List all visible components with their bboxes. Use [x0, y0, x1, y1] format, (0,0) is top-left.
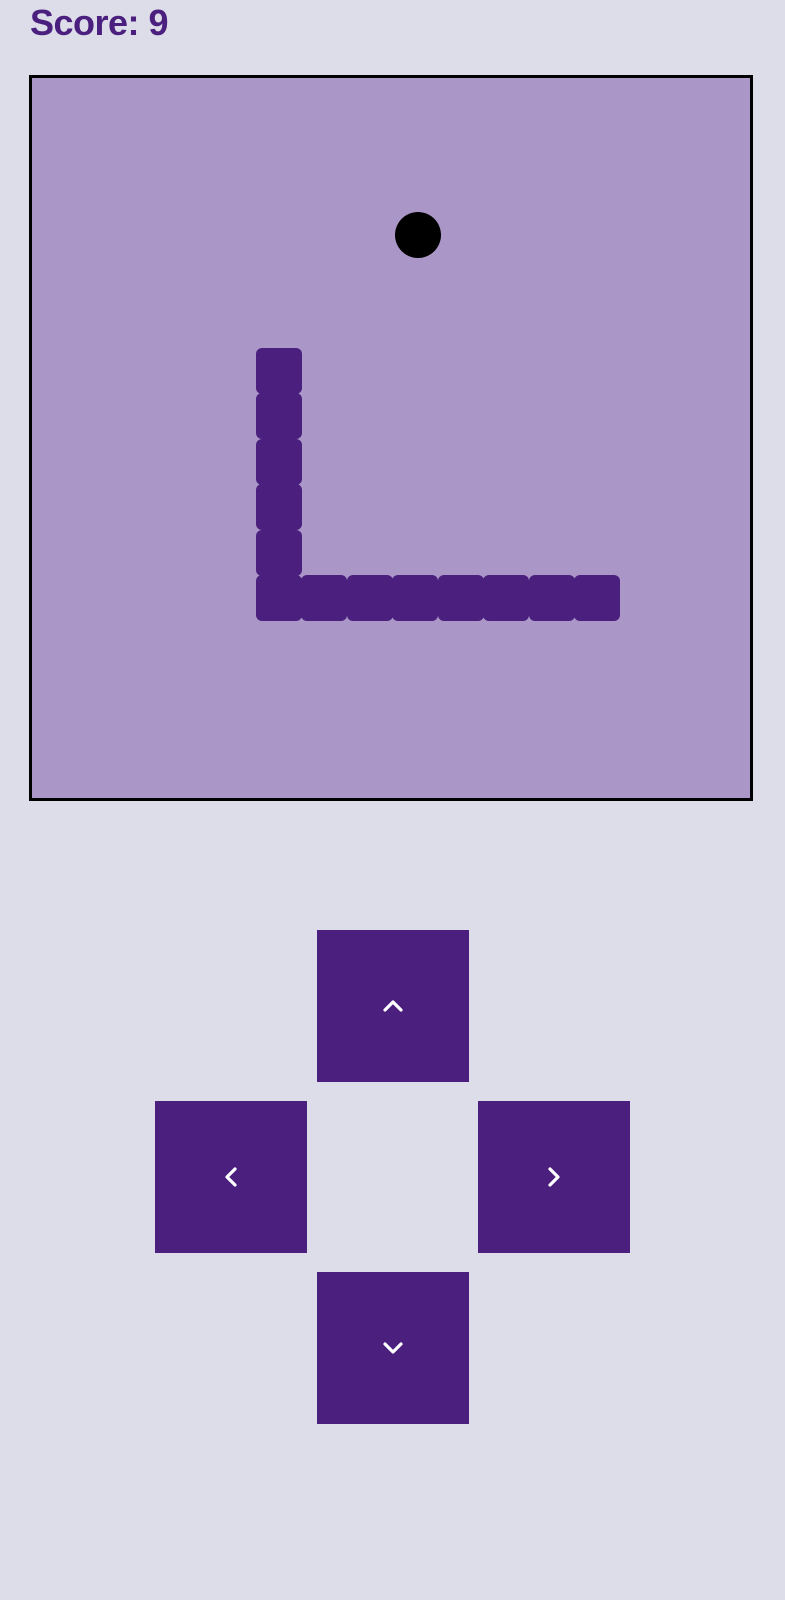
- snake-segment: [256, 348, 302, 394]
- snake-segment: [256, 439, 302, 485]
- snake-segment: [256, 530, 302, 576]
- chevron-left-icon: [225, 1167, 237, 1187]
- snake-segment: [529, 575, 575, 621]
- up-button[interactable]: [317, 930, 469, 1082]
- game-board: [29, 75, 753, 801]
- snake-segment: [301, 575, 347, 621]
- chevron-right-icon: [548, 1167, 560, 1187]
- left-button[interactable]: [155, 1101, 307, 1253]
- food-pellet: [395, 212, 441, 258]
- snake-head: [574, 575, 620, 621]
- snake-segment: [347, 575, 393, 621]
- snake-segment: [256, 393, 302, 439]
- chevron-up-icon: [383, 1000, 403, 1012]
- snake-segment: [438, 575, 484, 621]
- score-label: Score: 9: [30, 2, 169, 43]
- right-button[interactable]: [478, 1101, 630, 1253]
- chevron-down-icon: [383, 1342, 403, 1354]
- snake-segment: [256, 575, 302, 621]
- snake-segment: [256, 484, 302, 530]
- snake-segment: [483, 575, 529, 621]
- down-button[interactable]: [317, 1272, 469, 1424]
- snake-segment: [392, 575, 438, 621]
